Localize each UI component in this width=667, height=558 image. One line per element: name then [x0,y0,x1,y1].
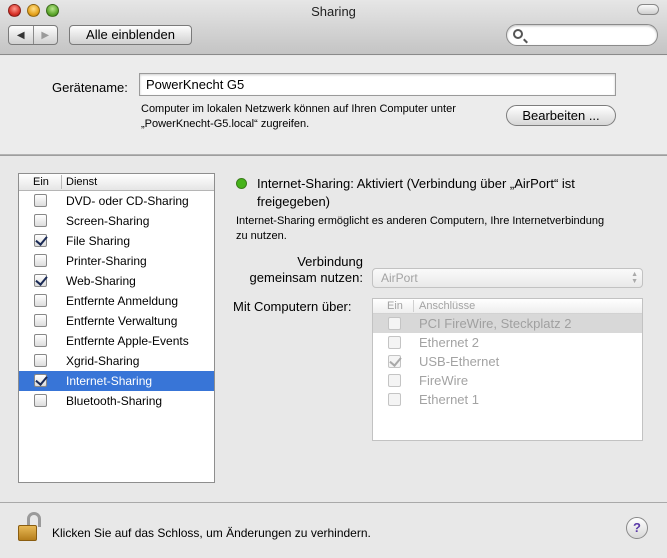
service-row[interactable]: DVD- oder CD-Sharing [19,191,214,211]
service-description-line1: Internet-Sharing ermöglicht es anderen C… [236,215,605,227]
service-label: Bluetooth-Sharing [66,394,163,408]
service-checkbox[interactable] [34,274,47,287]
service-row[interactable]: Xgrid-Sharing [19,351,214,371]
port-label: Ethernet 2 [419,335,479,350]
edit-button[interactable]: Bearbeiten ... [506,105,616,126]
service-label: Web-Sharing [66,274,136,288]
service-label: Printer-Sharing [66,254,147,268]
service-checkbox[interactable] [34,194,47,207]
port-checkbox[interactable] [388,393,401,406]
sharing-status-line1: Internet-Sharing: Aktiviert (Verbindung … [257,176,575,191]
port-label: FireWire [419,373,469,388]
services-list[interactable]: Ein Dienst DVD- oder CD-Sharing Screen-Sh… [18,173,215,483]
service-checkbox[interactable] [34,234,47,247]
show-all-button[interactable]: Alle einblenden [69,25,192,45]
service-label: Entfernte Apple-Events [66,334,189,348]
search-input[interactable] [527,27,653,43]
service-description-line2: zu nutzen. [236,230,287,242]
service-checkbox[interactable] [34,394,47,407]
share-connection-popup[interactable]: AirPort ▲ ▼ [372,268,643,288]
service-label: File Sharing [66,234,131,248]
column-separator [413,300,414,312]
column-header-service[interactable]: Dienst [66,176,97,188]
service-checkbox[interactable] [34,354,47,367]
port-label: USB-Ethernet [419,354,500,369]
lock-hint-text: Klicken Sie auf das Schloss, um Änderung… [52,526,371,540]
lock-body [18,525,37,541]
port-label: Ethernet 1 [419,392,479,407]
service-checkbox[interactable] [34,314,47,327]
window-toolbar: Sharing ◀ ▶ Alle einblenden [0,0,667,55]
services-rows: DVD- oder CD-Sharing Screen-Sharing File S… [19,191,214,411]
service-row[interactable]: Printer-Sharing [19,251,214,271]
ports-list-header: Ein Anschlüsse [373,299,642,314]
ports-column-header-on[interactable]: Ein [387,300,403,312]
port-row[interactable]: PCI FireWire, Steckplatz 2 [373,314,642,333]
service-label: Xgrid-Sharing [66,354,140,368]
share-connection-label-line1: Verbindung [297,254,363,269]
ports-column-header-port[interactable]: Anschlüsse [419,300,475,312]
service-row[interactable]: File Sharing [19,231,214,251]
footer-divider [0,502,667,503]
ports-list[interactable]: Ein Anschlüsse PCI FireWire, Steckplatz … [372,298,643,441]
nav-button-group: ◀ ▶ [8,25,58,45]
search-icon [513,29,523,39]
device-name-input[interactable] [139,73,616,96]
port-checkbox[interactable] [388,374,401,387]
service-label: DVD- oder CD-Sharing [66,194,189,208]
service-label: Screen-Sharing [66,214,150,228]
status-indicator-icon [236,178,247,189]
sharing-status: Internet-Sharing: Aktiviert (Verbindung … [257,175,657,211]
service-checkbox[interactable] [34,214,47,227]
service-row[interactable]: Bluetooth-Sharing [19,391,214,411]
device-name-label: Gerätename: [52,80,128,95]
port-row[interactable]: Ethernet 1 [373,390,642,409]
sharing-status-line2: freigegeben) [257,194,330,209]
toolbar-toggle-button[interactable] [637,4,659,15]
lock-icon[interactable] [18,512,44,542]
device-address-hint-line2: „PowerKnecht-G5.local“ zugreifen. [141,118,310,130]
service-row[interactable]: Entfernte Apple-Events [19,331,214,351]
back-button[interactable]: ◀ [9,26,33,44]
forward-button[interactable]: ▶ [32,26,58,44]
forward-arrow-icon: ▶ [41,29,50,41]
help-button[interactable]: ? [626,517,648,539]
window-title: Sharing [311,4,356,19]
device-address-hint-line1: Computer im lokalen Netzwerk können auf … [141,103,456,115]
column-header-on[interactable]: Ein [33,176,49,188]
service-row[interactable]: Internet-Sharing [19,371,214,391]
service-row[interactable]: Web-Sharing [19,271,214,291]
services-list-header: Ein Dienst [19,174,214,191]
with-computers-label: Mit Computern über: [233,299,352,314]
port-checkbox[interactable] [388,336,401,349]
service-checkbox[interactable] [34,294,47,307]
port-checkbox[interactable] [388,317,401,330]
service-description: Internet-Sharing ermöglicht es anderen C… [236,214,656,244]
service-label: Internet-Sharing [66,374,153,388]
port-row[interactable]: FireWire [373,371,642,390]
column-separator [61,175,62,189]
service-row[interactable]: Entfernte Anmeldung [19,291,214,311]
share-connection-value: AirPort [381,271,418,285]
service-row[interactable]: Entfernte Verwaltung [19,311,214,331]
service-label: Entfernte Anmeldung [66,294,179,308]
back-arrow-icon: ◀ [16,29,25,41]
service-label: Entfernte Verwaltung [66,314,178,328]
port-row[interactable]: USB-Ethernet [373,352,642,371]
port-row[interactable]: Ethernet 2 [373,333,642,352]
service-row[interactable]: Screen-Sharing [19,211,214,231]
share-connection-label: Verbindung gemeinsam nutzen: [236,254,363,286]
service-checkbox[interactable] [34,334,47,347]
popup-arrows-icon: ▲ ▼ [631,271,638,285]
service-checkbox[interactable] [34,374,47,387]
search-field[interactable] [506,24,658,46]
port-label: PCI FireWire, Steckplatz 2 [419,316,572,331]
section-divider [0,155,667,156]
ports-rows: PCI FireWire, Steckplatz 2 Ethernet 2 USB-… [373,314,642,409]
port-checkbox[interactable] [388,355,401,368]
service-checkbox[interactable] [34,254,47,267]
share-connection-label-line2: gemeinsam nutzen: [249,270,363,285]
device-address-hint: Computer im lokalen Netzwerk können auf … [141,102,501,132]
